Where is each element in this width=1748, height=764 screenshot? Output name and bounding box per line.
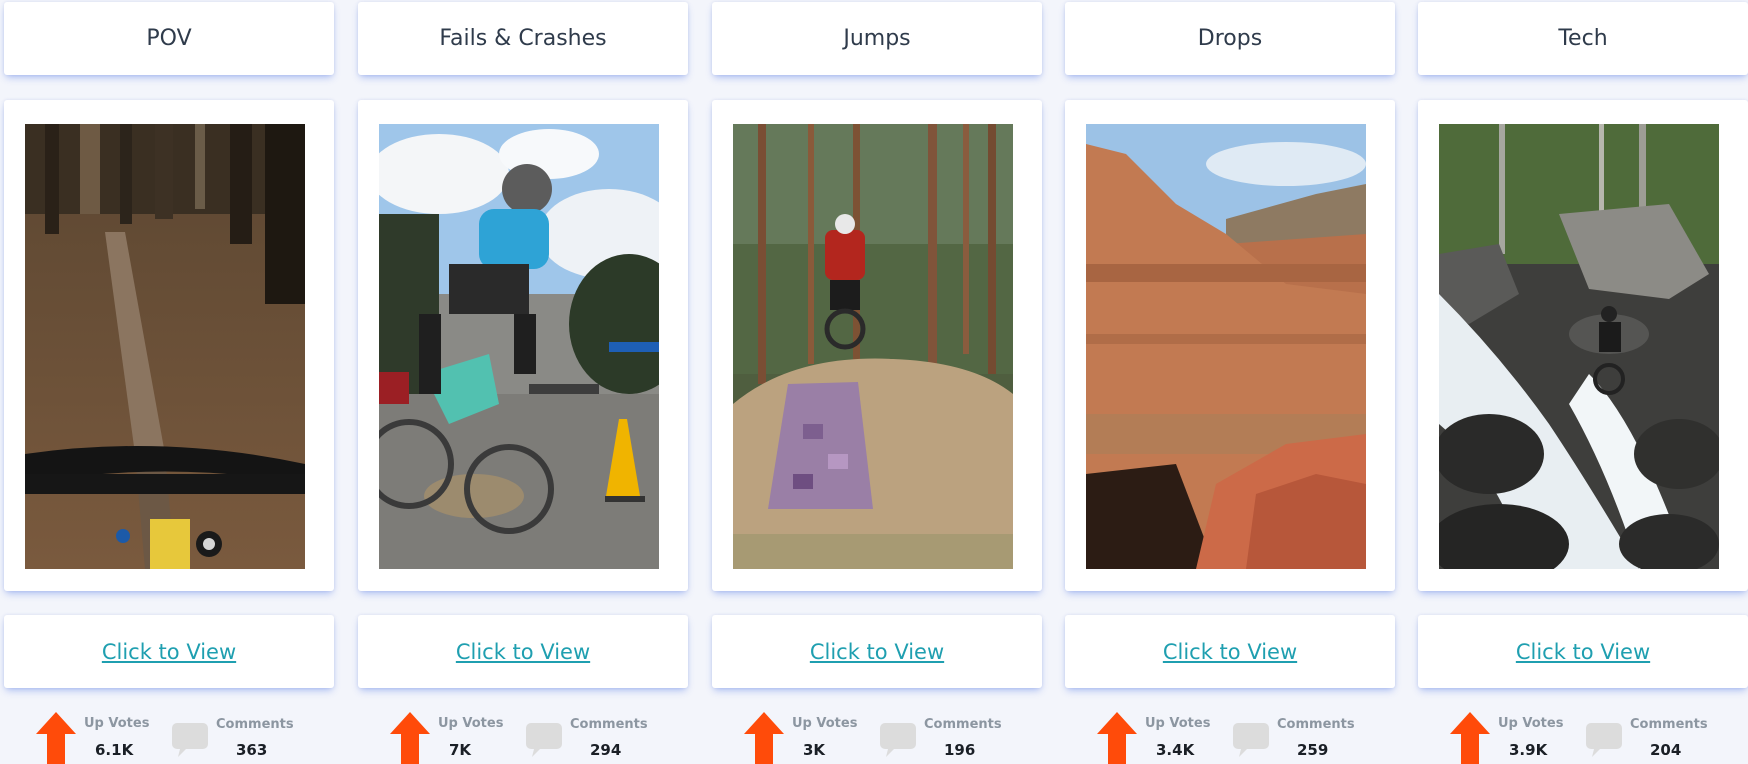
comments-count: 363 — [236, 741, 268, 759]
upvotes-label: Up Votes — [1145, 716, 1211, 731]
click-to-view-card: Click to View — [712, 615, 1042, 688]
click-to-view-link[interactable]: Click to View — [102, 640, 236, 664]
video-thumbnail-card[interactable] — [4, 100, 334, 591]
comments-label: Comments — [1277, 717, 1355, 732]
speech-bubble-icon[interactable] — [1586, 723, 1622, 757]
video-thumbnail-jumps[interactable] — [733, 124, 1013, 569]
video-stats: Up Votes 7K Comments 294 — [358, 708, 688, 764]
arrow-up-icon[interactable] — [1097, 712, 1137, 764]
category-column-jumps: Jumps Click to View Up Votes 3K Comments… — [712, 0, 1042, 764]
category-title: Fails & Crashes — [439, 26, 607, 51]
video-thumbnail-card[interactable] — [1065, 100, 1395, 591]
video-stats: Up Votes 3K Comments 196 — [712, 708, 1042, 764]
category-title: Tech — [1558, 26, 1608, 51]
category-title-card: Jumps — [712, 2, 1042, 75]
video-thumbnail-pov[interactable] — [25, 124, 305, 569]
video-thumbnail-tech[interactable] — [1439, 124, 1719, 569]
click-to-view-link[interactable]: Click to View — [1516, 640, 1650, 664]
upvotes-label: Up Votes — [84, 716, 150, 731]
category-title-card: Fails & Crashes — [358, 2, 688, 75]
video-thumbnail-card[interactable] — [358, 100, 688, 591]
arrow-up-icon[interactable] — [390, 712, 430, 764]
category-column-pov: POV Click to View Up Votes 6.1K Comments… — [4, 0, 334, 764]
upvotes-count: 7K — [449, 741, 472, 759]
comments-label: Comments — [924, 717, 1002, 732]
video-stats: Up Votes 3.9K Comments 204 — [1418, 708, 1748, 764]
click-to-view-card: Click to View — [1065, 615, 1395, 688]
upvotes-count: 6.1K — [95, 741, 134, 759]
speech-bubble-icon[interactable] — [880, 723, 916, 757]
comments-label: Comments — [570, 717, 648, 732]
comments-count: 196 — [944, 741, 976, 759]
video-category-grid: POV Click to View Up Votes 6.1K Comments… — [0, 0, 1748, 764]
click-to-view-card: Click to View — [4, 615, 334, 688]
speech-bubble-icon[interactable] — [1233, 723, 1269, 757]
click-to-view-card: Click to View — [1418, 615, 1748, 688]
comments-count: 259 — [1297, 741, 1329, 759]
comments-label: Comments — [216, 717, 294, 732]
upvotes-label: Up Votes — [792, 716, 858, 731]
speech-bubble-icon[interactable] — [526, 723, 562, 757]
category-column-tech: Tech Click to View Up Votes 3.9K Comment… — [1418, 0, 1748, 764]
arrow-up-icon[interactable] — [36, 712, 76, 764]
category-column-drops: Drops Click to View Up Votes 3.4K Commen… — [1065, 0, 1395, 764]
upvotes-count: 3.9K — [1509, 741, 1548, 759]
video-thumbnail-fails-crashes[interactable] — [379, 124, 659, 569]
video-thumbnail-card[interactable] — [1418, 100, 1748, 591]
click-to-view-card: Click to View — [358, 615, 688, 688]
arrow-up-icon[interactable] — [744, 712, 784, 764]
category-column-fails-crashes: Fails & Crashes Click to View Up Votes 7… — [358, 0, 688, 764]
comments-count: 204 — [1650, 741, 1682, 759]
arrow-up-icon[interactable] — [1450, 712, 1490, 764]
category-title-card: POV — [4, 2, 334, 75]
video-thumbnail-drops[interactable] — [1086, 124, 1366, 569]
category-title: Drops — [1197, 26, 1263, 51]
upvotes-label: Up Votes — [1498, 716, 1564, 731]
video-thumbnail-card[interactable] — [712, 100, 1042, 591]
comments-label: Comments — [1630, 717, 1708, 732]
upvotes-count: 3.4K — [1156, 741, 1195, 759]
speech-bubble-icon[interactable] — [172, 723, 208, 757]
upvotes-label: Up Votes — [438, 716, 504, 731]
category-title-card: Tech — [1418, 2, 1748, 75]
click-to-view-link[interactable]: Click to View — [810, 640, 944, 664]
video-stats: Up Votes 6.1K Comments 363 — [4, 708, 334, 764]
video-stats: Up Votes 3.4K Comments 259 — [1065, 708, 1395, 764]
click-to-view-link[interactable]: Click to View — [456, 640, 590, 664]
comments-count: 294 — [590, 741, 622, 759]
click-to-view-link[interactable]: Click to View — [1163, 640, 1297, 664]
category-title: POV — [146, 26, 192, 51]
category-title-card: Drops — [1065, 2, 1395, 75]
category-title: Jumps — [843, 26, 911, 51]
upvotes-count: 3K — [803, 741, 826, 759]
